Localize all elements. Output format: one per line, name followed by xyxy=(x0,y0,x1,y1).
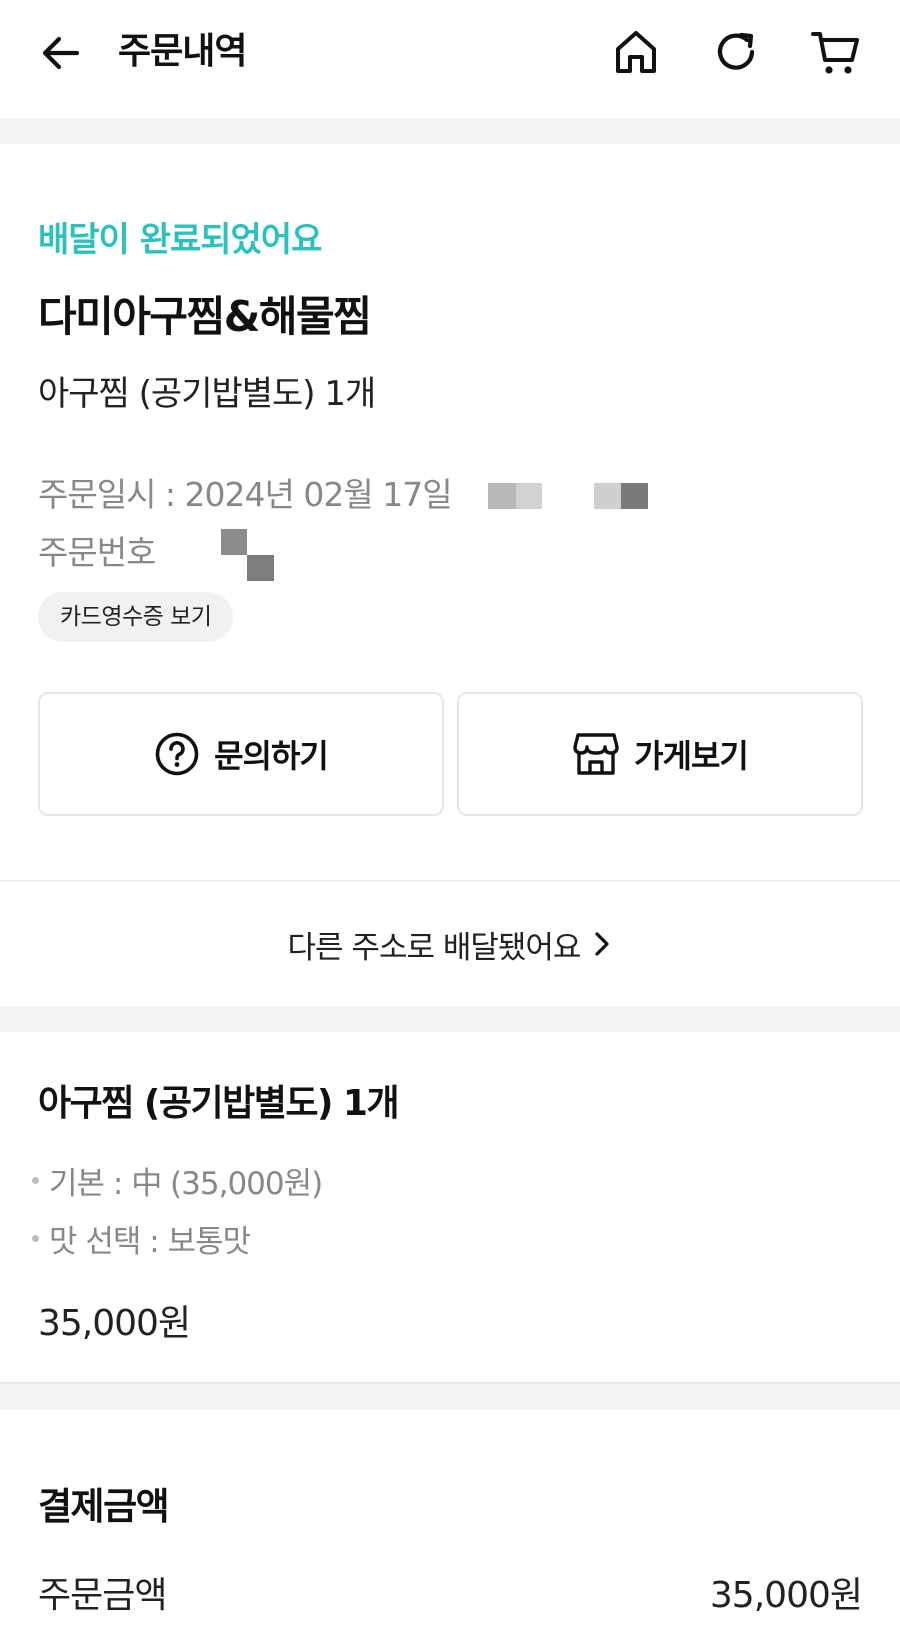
redacted-block xyxy=(221,529,247,555)
card-receipt-button[interactable]: 카드영수증 보기 xyxy=(38,592,234,642)
view-store-button[interactable]: 가게보기 xyxy=(457,692,863,816)
item-option: 맛 선택 : 보통맛 xyxy=(32,1216,251,1261)
refresh-button[interactable] xyxy=(708,24,764,80)
order-number: 주문번호 xyxy=(38,533,156,572)
cart-button[interactable] xyxy=(808,24,864,80)
redacted-block xyxy=(247,555,274,581)
section-gap xyxy=(0,118,900,144)
item-price: 35,000원 xyxy=(38,1303,191,1344)
home-icon xyxy=(616,31,656,73)
question-circle-icon xyxy=(155,732,199,776)
page-title: 주문내역 xyxy=(118,31,247,72)
order-amount-row: 주문금액 35,000원 xyxy=(38,1566,863,1618)
app-header: 주문내역 xyxy=(0,0,900,118)
address-notice-text: 다른 주소로 배달됐어요 xyxy=(287,929,582,966)
inquiry-label: 문의하기 xyxy=(214,737,329,775)
redacted-block xyxy=(594,483,622,509)
order-amount-label: 주문금액 xyxy=(38,1575,167,1616)
order-summary: 아구찜 (공기밥별도) 1개 xyxy=(38,374,376,414)
redacted-block xyxy=(488,483,516,509)
cart-icon xyxy=(811,32,859,74)
address-notice-link[interactable]: 다른 주소로 배달됐어요 xyxy=(0,912,900,976)
back-button[interactable] xyxy=(36,28,86,78)
home-button[interactable] xyxy=(608,24,664,80)
bullet-dot xyxy=(32,1177,39,1184)
divider xyxy=(0,880,900,882)
bullet-dot xyxy=(32,1235,39,1242)
item-option-text: 기본 : 中 (35,000원) xyxy=(49,1166,323,1202)
store-icon xyxy=(573,733,619,775)
item-title: 아구찜 (공기밥별도) 1개 xyxy=(38,1083,400,1124)
item-option: 기본 : 中 (35,000원) xyxy=(32,1158,323,1203)
section-gap xyxy=(0,1006,900,1032)
refresh-icon xyxy=(717,32,755,70)
section-gap xyxy=(0,1382,900,1410)
order-datetime: 주문일시 : 2024년 02월 17일 xyxy=(38,475,453,514)
chevron-right-icon xyxy=(595,932,610,956)
item-option-text: 맛 선택 : 보통맛 xyxy=(49,1224,251,1260)
delivery-status: 배달이 완료되었어요 xyxy=(38,220,322,260)
redacted-block xyxy=(621,483,648,509)
back-arrow-icon xyxy=(42,36,80,70)
payment-title: 결제금액 xyxy=(38,1485,170,1528)
store-name: 다미아구찜&해물찜 xyxy=(38,292,372,341)
inquiry-button[interactable]: 문의하기 xyxy=(38,692,444,816)
store-label: 가게보기 xyxy=(634,737,749,775)
order-amount-value: 35,000원 xyxy=(709,1575,863,1616)
